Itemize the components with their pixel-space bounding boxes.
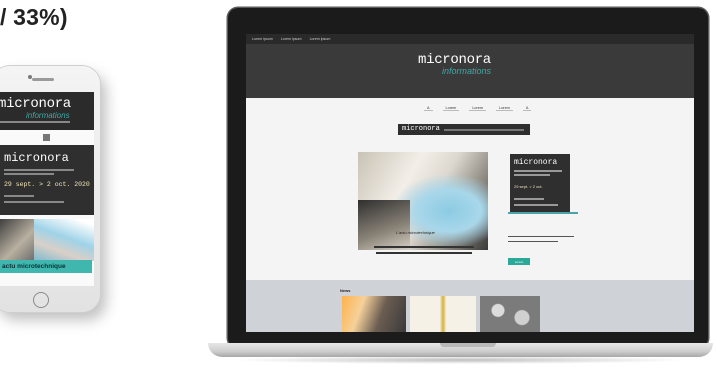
site-header: micronora informations: [246, 44, 694, 98]
nav-item[interactable]: A: [522, 106, 532, 111]
sidebar-link[interactable]: [508, 212, 578, 214]
laptop-screen: Lorem ipsum Lorem ipsum Lorem ipsum micr…: [246, 34, 694, 332]
article-line: [376, 252, 472, 254]
mobile-hero-line: [4, 169, 74, 171]
topbar-link[interactable]: Lorem ipsum: [310, 37, 331, 41]
mobile-header: micronora informations: [0, 92, 94, 130]
mobile-hero-line: [4, 201, 64, 203]
featured-photo-detail: [358, 200, 410, 250]
mobile-hero-logo: micronora: [4, 151, 69, 165]
news-card[interactable]: [480, 296, 540, 332]
nav-item[interactable]: Lorem: [442, 106, 460, 111]
menu-icon[interactable]: [42, 134, 50, 141]
side-ad-logo: micronora: [514, 158, 558, 167]
mobile-banner[interactable]: actu microtechnique: [0, 260, 92, 273]
news-card[interactable]: [410, 296, 476, 332]
phone-home-button: [33, 292, 49, 308]
mobile-hero-ad[interactable]: micronora 29 sept. > 2 oct. 2020: [0, 145, 94, 215]
laptop-mockup: Lorem ipsum Lorem ipsum Lorem ipsum micr…: [228, 8, 708, 348]
site-nav: A Lorem Lorem Lorem A: [424, 106, 532, 111]
nav-item[interactable]: Lorem: [496, 106, 513, 111]
mobile-photo[interactable]: [34, 219, 94, 261]
topbar-link[interactable]: Lorem ipsum: [252, 37, 273, 41]
side-ad-line: [514, 174, 550, 176]
news-title: News: [340, 288, 351, 293]
mobile-logo-sub: informations: [26, 111, 70, 120]
side-ad-date: 29 sept. > 2 oct.: [514, 184, 543, 189]
leaderboard-ad[interactable]: micronora: [398, 124, 530, 135]
side-ad[interactable]: micronora 29 sept. > 2 oct.: [510, 154, 570, 214]
sidebar-line: [508, 236, 574, 238]
side-ad-line: [514, 170, 562, 172]
phone-mockup: micronora informations micronora 29 sept…: [0, 66, 100, 312]
news-card[interactable]: [342, 296, 406, 332]
phone-screen: micronora informations micronora 29 sept…: [0, 92, 94, 286]
article-line: [374, 246, 474, 248]
mobile-hero-line: [4, 173, 54, 175]
laptop-shadow: [230, 356, 690, 364]
site-topbar: Lorem ipsum Lorem ipsum Lorem ipsum: [246, 34, 694, 44]
nav-item[interactable]: A: [424, 106, 433, 111]
topbar-link[interactable]: Lorem ipsum: [281, 37, 302, 41]
mobile-logo[interactable]: micronora: [0, 96, 71, 112]
ad-logo: micronora: [402, 125, 440, 133]
mobile-hero-line: [4, 195, 34, 197]
laptop-notch: [440, 343, 496, 347]
mobile-photo-strip: [0, 219, 94, 261]
mobile-hero-date: 29 sept. > 2 oct. 2020: [4, 181, 90, 188]
side-ad-line: [514, 204, 558, 206]
sidebar-line: [508, 241, 558, 243]
mobile-photo[interactable]: [0, 219, 34, 261]
nav-item[interactable]: Lorem: [469, 106, 487, 111]
phone-speaker: [32, 78, 54, 81]
side-ad-line: [514, 198, 544, 200]
mobile-tagline: [0, 121, 70, 123]
mobile-banner-text: actu microtechnique: [2, 263, 66, 270]
page-heading: / 33%): [0, 4, 68, 30]
article-caption[interactable]: L'actu microtechnique: [396, 230, 435, 235]
newsletter-button[interactable]: Lorem: [508, 258, 530, 265]
site-logo-sub: informations: [442, 66, 492, 76]
ad-line: [444, 129, 524, 131]
